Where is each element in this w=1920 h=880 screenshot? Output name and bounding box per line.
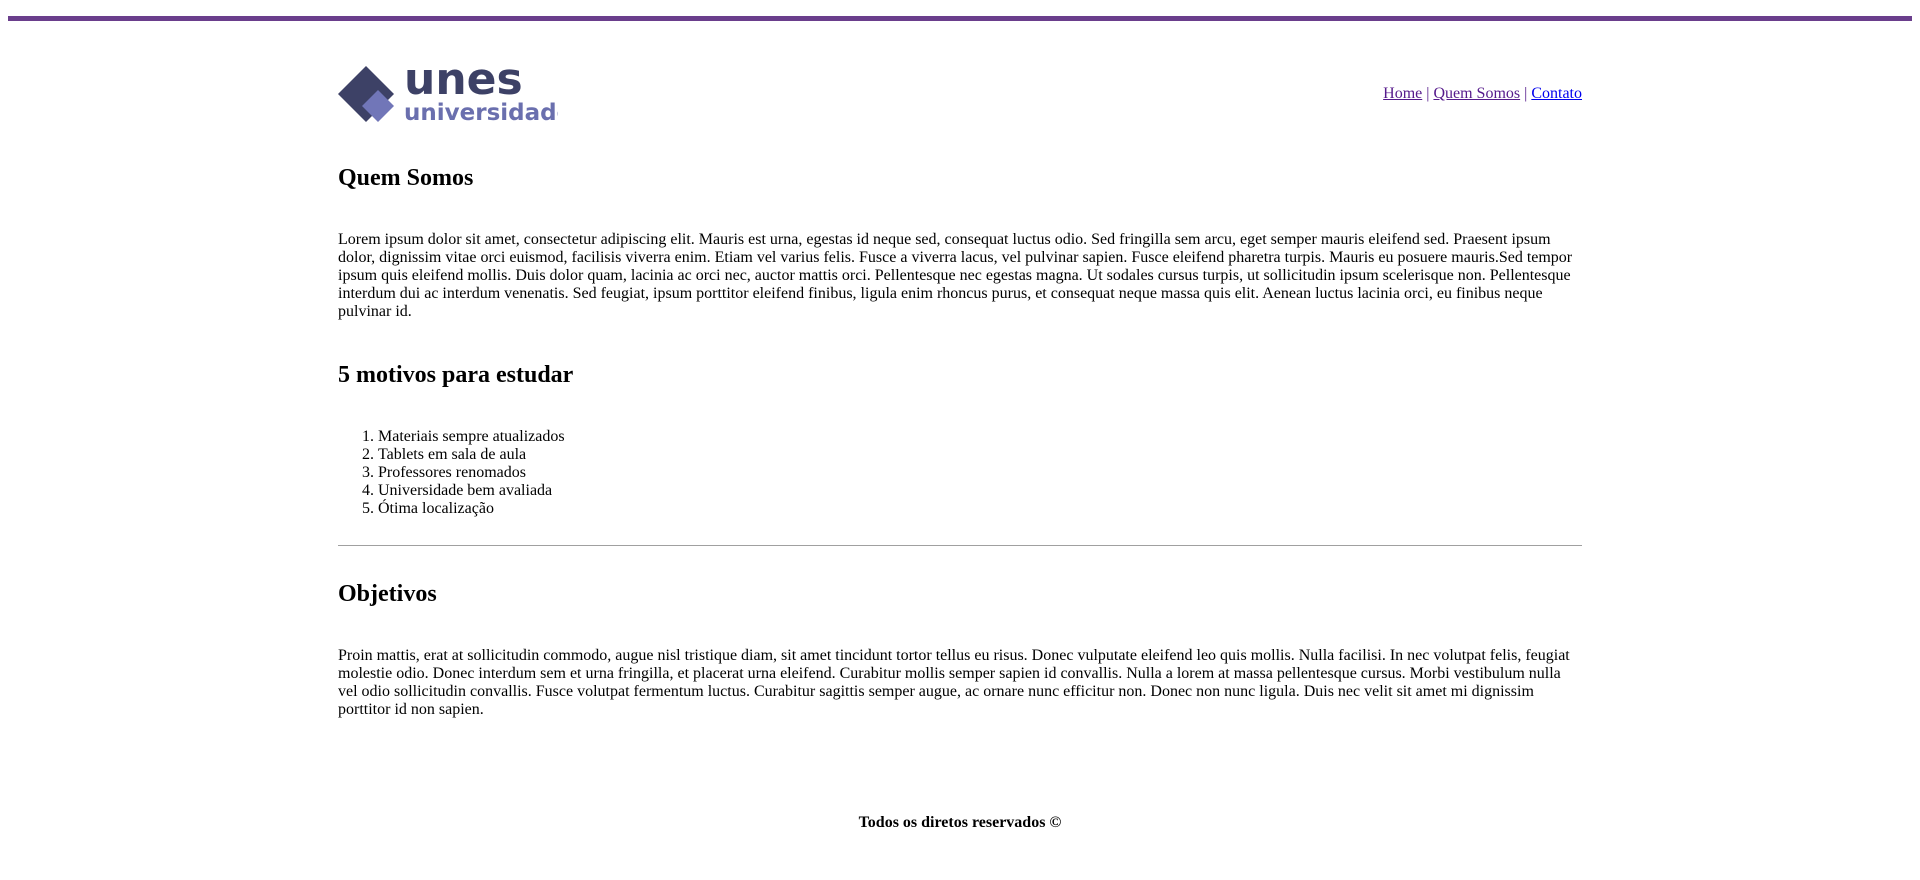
page-container: unes universidade Home | Quem Somos | Co… xyxy=(338,64,1582,718)
header: unes universidade Home | Quem Somos | Co… xyxy=(338,64,1582,124)
motivos-heading: 5 motivos para estudar xyxy=(338,362,574,388)
logo-mark-icon: unes universidade xyxy=(338,64,558,124)
objetivos-heading: Objetivos xyxy=(338,581,437,607)
logo-sub: universidade xyxy=(404,100,558,124)
nav-separator: | xyxy=(1426,85,1430,102)
objetivos-text: Proin mattis, erat at sollicitudin commo… xyxy=(338,647,1570,718)
nav-separator: | xyxy=(1524,85,1528,102)
section-divider xyxy=(338,545,1582,546)
quem-somos-heading: Quem Somos xyxy=(338,165,474,191)
quem-somos-text: Lorem ipsum dolor sit amet, consectetur … xyxy=(338,231,1573,320)
top-accent-bar xyxy=(8,16,1912,21)
list-item: Materiais sempre atualizados xyxy=(378,428,565,446)
top-nav: Home | Quem Somos | Contato xyxy=(1383,85,1582,103)
logo-brand: unes xyxy=(404,64,523,105)
footer-copyright: Todos os diretos reservados © xyxy=(858,814,1062,831)
nav-contato-link[interactable]: Contato xyxy=(1531,85,1582,102)
list-item: Tablets em sala de aula xyxy=(378,446,565,464)
unes-logo[interactable]: unes universidade xyxy=(338,64,558,124)
list-item: Universidade bem avaliada xyxy=(378,482,565,500)
nav-quem-somos-link[interactable]: Quem Somos xyxy=(1433,85,1520,102)
list-item: Professores renomados xyxy=(378,464,565,482)
motivos-list: Materiais sempre atualizados Tablets em … xyxy=(338,428,565,518)
list-item: Ótima localização xyxy=(378,500,565,518)
nav-home-link[interactable]: Home xyxy=(1383,85,1422,102)
